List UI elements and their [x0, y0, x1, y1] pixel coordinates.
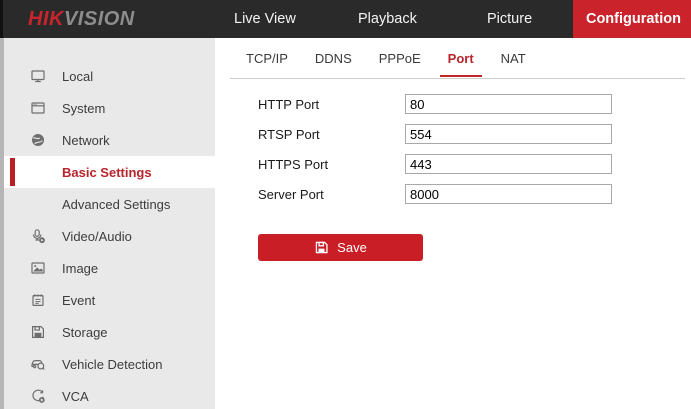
http-port-input[interactable]	[405, 94, 612, 114]
sidebar-item-label: System	[62, 101, 105, 116]
window-icon	[30, 100, 46, 116]
tab-tcpip[interactable]: TCP/IP	[246, 51, 288, 66]
save-button-label: Save	[337, 240, 367, 255]
settings-tabs: TCP/IP DDNS PPPoE Port NAT	[246, 38, 691, 78]
sidebar-item-system[interactable]: System	[4, 92, 215, 124]
tab-pppoe[interactable]: PPPoE	[379, 51, 421, 66]
globe-icon	[30, 132, 46, 148]
tab-divider	[230, 78, 685, 79]
sidebar-item-label: Basic Settings	[62, 165, 152, 180]
sidebar-item-label: Event	[62, 293, 95, 308]
form-row-rtsp-port: RTSP Port	[258, 124, 691, 144]
sidebar-item-storage[interactable]: Storage	[4, 316, 215, 348]
sidebar-item-image[interactable]: Image	[4, 252, 215, 284]
event-icon	[30, 292, 46, 308]
http-port-label: HTTP Port	[258, 97, 405, 112]
https-port-input[interactable]	[405, 154, 612, 174]
tab-port[interactable]: Port	[448, 51, 474, 66]
rtsp-port-label: RTSP Port	[258, 127, 405, 142]
sidebar-item-label: Storage	[62, 325, 108, 340]
sidebar-item-label: Video/Audio	[62, 229, 132, 244]
vehicle-detection-icon	[30, 356, 46, 372]
sidebar-item-label: Advanced Settings	[62, 197, 170, 212]
tab-nat[interactable]: NAT	[501, 51, 526, 66]
logo-hik: HIK	[28, 8, 64, 30]
no-icon	[30, 164, 46, 180]
sidebar-item-event[interactable]: Event	[4, 284, 215, 316]
sidebar-item-vca[interactable]: VCA	[4, 380, 215, 409]
image-icon	[30, 260, 46, 276]
nav-item-configuration[interactable]: Configuration	[573, 0, 691, 38]
port-settings-form: HTTP Port RTSP Port HTTPS Port Server Po…	[258, 94, 691, 204]
sidebar-item-label: Vehicle Detection	[62, 357, 162, 372]
form-row-http-port: HTTP Port	[258, 94, 691, 114]
sidebar-item-video-audio[interactable]: Video/Audio	[4, 220, 215, 252]
vca-icon	[30, 388, 46, 404]
storage-icon	[30, 324, 46, 340]
save-floppy-icon	[314, 240, 329, 255]
sidebar-item-advanced-settings[interactable]: Advanced Settings	[4, 188, 215, 220]
tab-ddns[interactable]: DDNS	[315, 51, 352, 66]
sidebar-item-local[interactable]: Local	[4, 60, 215, 92]
no-icon	[30, 196, 46, 212]
microphone-icon	[30, 228, 46, 244]
sidebar-item-basic-settings[interactable]: Basic Settings	[4, 156, 215, 188]
server-port-input[interactable]	[405, 184, 612, 204]
rtsp-port-input[interactable]	[405, 124, 612, 144]
sidebar-item-vehicle-detection[interactable]: Vehicle Detection	[4, 348, 215, 380]
sidebar-item-label: VCA	[62, 389, 89, 404]
nav-item-playback[interactable]: Playback	[358, 0, 417, 38]
main-content: TCP/IP DDNS PPPoE Port NAT HTTP Port RTS…	[215, 38, 691, 409]
hikvision-logo: HIKVISION	[28, 0, 135, 38]
server-port-label: Server Port	[258, 187, 405, 202]
form-row-server-port: Server Port	[258, 184, 691, 204]
save-button[interactable]: Save	[258, 234, 423, 261]
nav-item-live-view[interactable]: Live View	[234, 0, 296, 38]
sidebar-item-network[interactable]: Network	[4, 124, 215, 156]
sidebar-item-label: Local	[62, 69, 93, 84]
sidebar-item-label: Image	[62, 261, 98, 276]
logo-vision: VISION	[64, 8, 135, 30]
form-row-https-port: HTTPS Port	[258, 154, 691, 174]
nav-item-picture[interactable]: Picture	[487, 0, 532, 38]
sidebar: Local System Network Basic Settings Adva…	[4, 38, 215, 409]
monitor-icon	[30, 68, 46, 84]
top-bar: HIKVISION Live View Playback Picture Con…	[0, 0, 691, 38]
sidebar-item-label: Network	[62, 133, 110, 148]
https-port-label: HTTPS Port	[258, 157, 405, 172]
